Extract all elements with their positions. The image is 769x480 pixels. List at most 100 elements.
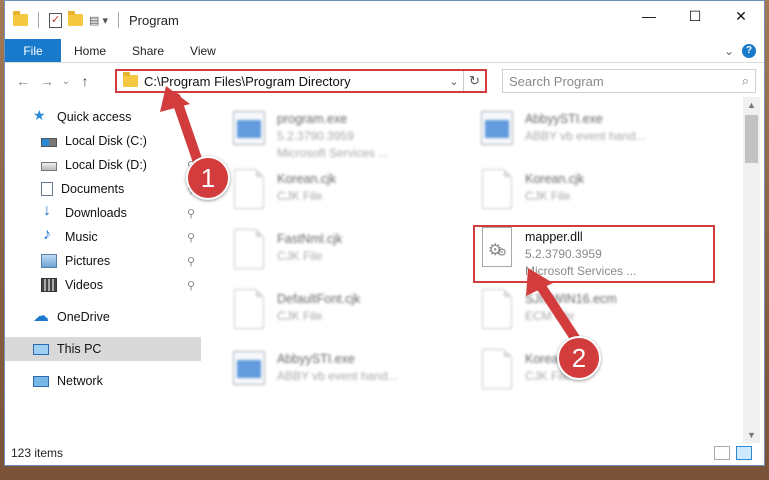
download-icon — [41, 202, 57, 220]
expand-ribbon-icon[interactable]: ⌄ — [724, 44, 734, 58]
divider — [117, 12, 119, 28]
sidebar-item-label: Videos — [65, 278, 103, 292]
sidebar-item-this-pc[interactable]: This PC — [5, 337, 201, 361]
sidebar-item-documents[interactable]: Documents ⚲ — [5, 177, 201, 201]
tab-home[interactable]: Home — [61, 39, 119, 62]
properties-icon[interactable] — [49, 12, 62, 28]
item-count: 123 items — [11, 446, 64, 460]
sidebar-item-downloads[interactable]: Downloads ⚲ — [5, 201, 201, 225]
pin-icon: ⚲ — [186, 135, 195, 148]
file-item[interactable]: AbbyySTI.exe ABBY vb event hand... — [231, 347, 471, 403]
file-name: DefaultFont.cjk — [277, 292, 361, 306]
mapper-dll-highlight-box — [473, 225, 715, 283]
file-name: FastNml.cjk — [277, 232, 343, 246]
file-page-icon — [234, 229, 264, 269]
step-2-callout: 2 — [557, 336, 601, 380]
disk-icon — [41, 138, 57, 147]
step-1-callout: 1 — [186, 156, 230, 200]
file-item[interactable]: SJISWIN16.ecm ECM File — [479, 287, 719, 343]
network-icon — [33, 375, 49, 387]
address-dropdown-icon[interactable]: ⌄ — [445, 75, 463, 88]
status-bar: 123 items — [5, 441, 764, 465]
exe-icon — [233, 111, 265, 145]
sidebar-item-pictures[interactable]: Pictures ⚲ — [5, 249, 201, 273]
new-folder-icon[interactable] — [68, 11, 83, 26]
file-name: Korean.cjk — [525, 172, 585, 186]
sidebar-item-label: OneDrive — [57, 310, 110, 324]
videos-icon — [41, 278, 57, 292]
file-page-icon — [234, 169, 264, 209]
pin-icon: ⚲ — [186, 255, 195, 268]
navigation-pane: Quick access Local Disk (C:) ⚲ Local Dis… — [5, 101, 205, 437]
details-view-button[interactable] — [714, 446, 730, 460]
refresh-button[interactable]: ↻ — [463, 71, 485, 91]
title-bar: ▤ ▾ Program — ☐ ✕ — [5, 1, 764, 39]
file-detail: Microsoft Services ... — [277, 146, 389, 160]
cloud-icon — [33, 306, 49, 326]
file-page-icon — [482, 169, 512, 209]
sidebar-item-label: This PC — [57, 342, 102, 356]
sidebar-item-local-disk-c[interactable]: Local Disk (C:) ⚲ — [5, 129, 201, 153]
folder-icon — [123, 72, 138, 87]
tab-file[interactable]: File — [5, 39, 61, 62]
sidebar-item-label: Local Disk (C:) — [65, 134, 147, 148]
file-detail: ECM File — [525, 309, 575, 323]
sidebar-item-label: Downloads — [65, 206, 127, 220]
tab-view[interactable]: View — [177, 39, 229, 62]
help-icon[interactable]: ? — [742, 43, 756, 58]
file-detail: CJK File — [277, 309, 323, 323]
sidebar-item-onedrive[interactable]: OneDrive — [5, 305, 201, 329]
maximize-button[interactable]: ☐ — [672, 1, 718, 31]
file-page-icon — [234, 289, 264, 329]
file-name: program.exe — [277, 112, 348, 126]
address-bar[interactable]: C:\Program Files\Program Directory ⌄ ↻ — [115, 69, 487, 93]
file-item[interactable]: DefaultFont.cjk CJK File — [231, 287, 471, 343]
file-detail: CJK File — [277, 249, 323, 263]
scroll-thumb[interactable] — [745, 115, 758, 163]
quick-access-toolbar: ▤ ▾ Program — [13, 11, 179, 28]
sidebar-item-quick-access[interactable]: Quick access — [5, 105, 201, 129]
file-name: Korean.cjk — [277, 172, 337, 186]
file-detail: 5.2.3790.3959 — [277, 129, 354, 143]
customize-qat-icon[interactable]: ▤ ▾ — [89, 14, 108, 27]
forward-button[interactable]: → — [35, 73, 59, 89]
back-button[interactable]: ← — [11, 73, 35, 89]
file-item[interactable]: Korean.cjk CJK File — [231, 167, 471, 223]
vertical-scrollbar[interactable]: ▲ ▼ — [743, 97, 760, 443]
sidebar-item-local-disk-d[interactable]: Local Disk (D:) ⚲ — [5, 153, 201, 177]
pin-icon: ⚲ — [186, 207, 195, 220]
search-input[interactable]: Search Program ⌕ — [502, 69, 756, 93]
sidebar-item-label: Pictures — [65, 254, 111, 268]
scroll-up-icon[interactable]: ▲ — [743, 97, 760, 113]
file-item[interactable]: FastNml.cjk CJK File — [231, 227, 471, 283]
file-item[interactable]: AbbyySTI.exe ABBY vb event hand... — [479, 107, 719, 163]
sidebar-item-videos[interactable]: Videos ⚲ — [5, 273, 201, 297]
sidebar-item-label: Quick access — [57, 110, 132, 124]
tab-share[interactable]: Share — [119, 39, 177, 62]
file-item[interactable]: program.exe 5.2.3790.3959 Microsoft Serv… — [231, 107, 471, 163]
file-page-icon — [482, 289, 512, 329]
explorer-window: ▤ ▾ Program — ☐ ✕ File Home Share View ⌄… — [4, 0, 765, 466]
sidebar-item-label: Local Disk (D:) — [65, 158, 147, 172]
music-icon — [41, 226, 57, 244]
sidebar-item-network[interactable]: Network — [5, 369, 201, 393]
large-icons-view-button[interactable] — [736, 446, 752, 460]
pin-icon: ⚲ — [186, 279, 195, 292]
search-placeholder: Search Program — [509, 73, 604, 89]
file-name: AbbyySTI.exe — [277, 352, 355, 366]
sidebar-item-music[interactable]: Music ⚲ — [5, 225, 201, 249]
recent-locations-button[interactable]: ⌄ — [59, 76, 73, 87]
pictures-icon — [41, 254, 57, 268]
minimize-button[interactable]: — — [626, 1, 672, 31]
file-item[interactable]: Korean.cjk CJK File — [479, 167, 719, 223]
sidebar-item-label: Network — [57, 374, 103, 388]
file-detail: CJK File — [525, 189, 571, 203]
window-controls: — ☐ ✕ — [626, 1, 764, 31]
divider — [38, 12, 39, 28]
address-text[interactable]: C:\Program Files\Program Directory — [144, 74, 445, 89]
up-button[interactable]: ↑ — [73, 73, 97, 89]
sidebar-item-label: Documents — [61, 182, 125, 196]
close-button[interactable]: ✕ — [718, 1, 764, 31]
exe-icon — [481, 111, 513, 145]
file-detail: CJK File — [277, 189, 323, 203]
